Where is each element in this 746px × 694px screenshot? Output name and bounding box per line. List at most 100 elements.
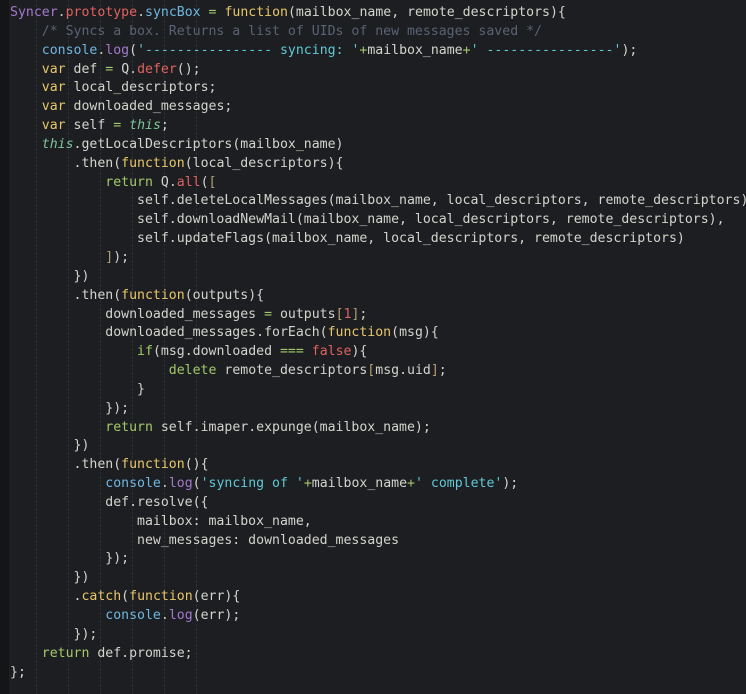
code-token: }) xyxy=(10,438,90,454)
code-line[interactable]: downloaded_messages = outputs[1]; xyxy=(0,306,746,325)
code-token: }) xyxy=(10,268,90,284)
code-token: ; xyxy=(438,363,447,379)
code-token: = xyxy=(264,306,273,322)
code-token: }); xyxy=(10,626,98,642)
code-line[interactable]: return Q.all([ xyxy=(0,174,746,193)
code-line[interactable]: downloaded_messages.forEach(function(msg… xyxy=(0,324,746,343)
code-line[interactable]: .then(function(){ xyxy=(0,456,746,475)
code-token: function xyxy=(327,325,392,341)
code-line[interactable]: console.log(err); xyxy=(0,607,746,626)
code-line[interactable]: } xyxy=(0,381,746,400)
code-token: . xyxy=(160,608,169,623)
code-token: (err); xyxy=(192,608,241,623)
code-token: return xyxy=(105,419,153,435)
code-token: /* Syncs a box. Returns a list of UIDs o… xyxy=(10,23,542,39)
code-token: = xyxy=(113,118,122,134)
code-token: function xyxy=(224,5,288,20)
code-line[interactable]: }) xyxy=(0,569,746,588)
code-token: + xyxy=(303,476,312,492)
code-token: outputs xyxy=(272,306,336,322)
code-line[interactable]: /* Syncs a box. Returns a list of UIDs o… xyxy=(0,23,746,42)
code-token: mailbox_name xyxy=(367,42,463,58)
code-line[interactable]: }) xyxy=(0,268,746,287)
code-token: ){ xyxy=(351,344,368,360)
code-token: + xyxy=(407,476,415,492)
code-token: self.deleteLocalMessages(mailbox_name, l… xyxy=(10,193,746,209)
code-token: }); xyxy=(10,400,130,416)
code-token: remote_descriptors xyxy=(216,363,368,379)
code-line[interactable]: Syncer.prototype.syncBox = function(mail… xyxy=(0,4,746,23)
code-line[interactable]: new_messages: downloaded_messages xyxy=(0,532,746,551)
code-line[interactable]: }); xyxy=(0,400,746,419)
code-token: console xyxy=(105,476,161,492)
code-token: ( xyxy=(129,42,138,58)
code-line[interactable]: .catch(function(err){ xyxy=(0,588,746,607)
code-token: (){ xyxy=(184,457,209,473)
code-token: . xyxy=(160,476,169,492)
code-token: function xyxy=(129,589,193,605)
code-token: self.updateFlags(mailbox_name, local_des… xyxy=(10,231,685,247)
code-line[interactable]: var local_descriptors; xyxy=(0,79,746,98)
code-token: function xyxy=(121,457,185,473)
code-line[interactable]: if(msg.downloaded === false){ xyxy=(0,343,746,362)
code-token: [ xyxy=(208,174,217,190)
code-line[interactable]: var def = Q.defer(); xyxy=(0,61,746,80)
code-token: def.resolve({ xyxy=(10,494,209,510)
code-line[interactable]: this.getLocalDescriptors(mailbox_name) xyxy=(0,136,746,155)
code-token: . xyxy=(10,589,82,605)
code-line[interactable]: delete remote_descriptors[msg.uid]; xyxy=(0,362,746,381)
code-token: (err){ xyxy=(192,589,241,605)
code-line[interactable]: }); xyxy=(0,626,746,645)
code-token: (); xyxy=(176,61,201,77)
code-line[interactable]: }) xyxy=(0,437,746,456)
code-token: self xyxy=(65,118,114,134)
code-line[interactable]: .then(function(outputs){ xyxy=(0,287,746,306)
code-line[interactable]: }); xyxy=(0,550,746,569)
code-editor[interactable]: Syncer.prototype.syncBox = function(mail… xyxy=(0,0,746,694)
code-line[interactable]: def.resolve({ xyxy=(0,494,746,513)
code-line[interactable]: self.downloadNewMail(mailbox_name, local… xyxy=(0,211,746,230)
code-token: return xyxy=(41,645,90,661)
code-line[interactable]: var downloaded_messages; xyxy=(0,98,746,117)
code-line[interactable]: self.updateFlags(mailbox_name, local_des… xyxy=(0,230,746,249)
code-token: prototype xyxy=(65,5,138,20)
code-token: def.promise; xyxy=(89,645,193,661)
code-line[interactable]: ]); xyxy=(0,249,746,268)
code-token: all xyxy=(176,174,201,190)
code-line[interactable]: console.log('syncing of '+mailbox_name+'… xyxy=(0,475,746,494)
code-line[interactable]: mailbox: mailbox_name, xyxy=(0,513,746,532)
code-token: ] xyxy=(430,363,439,379)
code-token: mailbox_name xyxy=(311,476,408,492)
code-token: mailbox: mailbox_name, xyxy=(10,513,312,529)
code-token: }); xyxy=(10,551,130,567)
code-token: function xyxy=(121,155,185,171)
code-line[interactable]: return def.promise; xyxy=(0,645,746,664)
code-token: .then( xyxy=(10,457,122,473)
code-token: }) xyxy=(10,570,90,586)
code-line[interactable]: .then(function(local_descriptors){ xyxy=(0,155,746,174)
code-token: false xyxy=(311,344,352,360)
code-token: . xyxy=(168,174,177,190)
code-token: var xyxy=(41,118,66,134)
code-surface[interactable]: Syncer.prototype.syncBox = function(mail… xyxy=(0,0,746,694)
code-token: ; xyxy=(359,306,368,322)
code-line[interactable]: var self = this; xyxy=(0,117,746,136)
code-token: log xyxy=(168,476,193,492)
code-line[interactable]: self.deleteLocalMessages(mailbox_name, l… xyxy=(0,192,746,211)
code-line[interactable]: console.log('---------------- syncing: '… xyxy=(0,42,746,61)
code-line[interactable]: return self.imaper.expunge(mailbox_name)… xyxy=(0,419,746,438)
code-token: ( xyxy=(121,589,130,605)
code-token: (outputs){ xyxy=(184,287,265,303)
code-token: downloaded_messages.forEach( xyxy=(10,325,328,341)
code-line[interactable]: }; xyxy=(0,664,746,683)
code-token: ' ----------------' xyxy=(470,42,622,58)
